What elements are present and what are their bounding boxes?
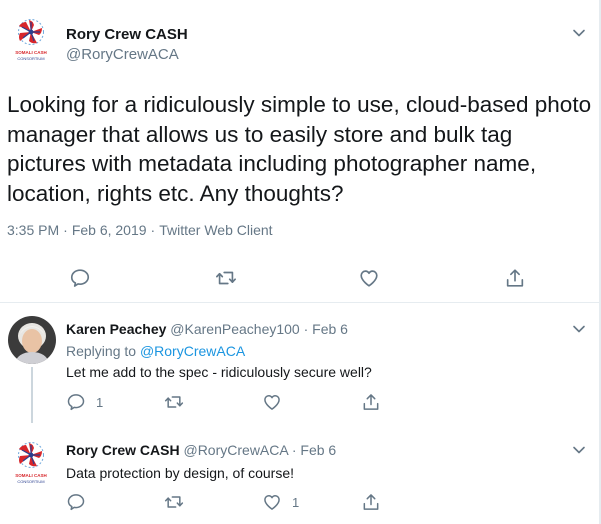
tweet-text: Let me add to the spec - ridiculously se… [66,364,372,380]
meta-separator: · [150,222,156,238]
reply-count: 1 [96,394,104,410]
replying-label: Replying to [66,343,137,359]
retweet-icon [163,392,185,412]
heart-icon [262,492,282,512]
user-handle[interactable]: @RoryCrewACA [66,46,179,63]
tweet-meta: 3:35 PM · Feb 6, 2019 · Twitter Web Client [7,222,273,238]
replying-to: Replying to @RoryCrewACA [66,343,245,359]
logo-text-line2: CONSORTIUM [17,56,44,61]
like-count: 1 [292,494,300,510]
share-button[interactable] [361,492,381,512]
tweet-date[interactable]: Feb 6 [312,321,348,337]
avatar[interactable]: SOMALI CASH CONSORTIUM [13,440,49,486]
retweet-button[interactable] [214,267,238,289]
retweet-icon [214,267,238,289]
like-button[interactable]: 1 [262,492,299,512]
logo-text-line2: CONSORTIUM [17,479,44,484]
reply-icon [66,492,86,512]
logo-text-line1: SOMALI CASH [15,50,47,55]
heart-icon [262,392,282,412]
display-name[interactable]: Rory Crew CASH [66,442,180,458]
display-name[interactable]: Rory Crew CASH [66,26,188,43]
tweet-time[interactable]: 3:35 PM [7,222,59,238]
tweet-source: Twitter Web Client [159,222,273,238]
display-name[interactable]: Karen Peachey [66,321,166,337]
reply-icon [69,267,91,289]
meta-separator: · [303,321,309,337]
reply-button[interactable]: 1 [66,392,103,412]
share-icon [361,392,381,412]
reply-header: Karen Peachey @KarenPeachey100 · Feb 6 [66,321,348,337]
share-button[interactable] [504,267,526,289]
user-handle[interactable]: @KarenPeachey100 [170,321,299,337]
reply-icon [66,392,86,412]
logo-mark-icon [19,20,44,45]
retweet-icon [163,492,185,512]
user-handle[interactable]: @RoryCrewACA [183,442,287,458]
logo-text-line1: SOMALI CASH [15,473,47,478]
reply-button[interactable] [69,267,91,289]
tweet-date[interactable]: Feb 6, 2019 [72,222,147,238]
logo-mark-icon [19,443,44,468]
share-icon [504,267,526,289]
retweet-button[interactable] [163,492,185,512]
tweet-date[interactable]: Feb 6 [300,442,336,458]
avatar[interactable]: SOMALI CASH CONSORTIUM [13,17,49,63]
tweet-text: Looking for a ridiculously simple to use… [7,92,592,206]
share-button[interactable] [361,392,381,412]
chevron-down-icon[interactable] [572,28,586,38]
main-tweet: SOMALI CASH CONSORTIUM Rory Crew CASH @R… [0,0,601,302]
replying-to-link[interactable]: @RoryCrewACA [140,343,245,359]
chevron-down-icon[interactable] [572,324,586,334]
reply-tweet: Karen Peachey @KarenPeachey100 · Feb 6 R… [0,302,601,430]
meta-separator: · [63,222,68,238]
tweet-text: Data protection by design, of course! [66,465,295,481]
chevron-down-icon[interactable] [572,445,586,455]
reply-tweet: SOMALI CASH CONSORTIUM Rory Crew CASH @R… [0,430,601,524]
retweet-button[interactable] [163,392,185,412]
share-icon [361,492,381,512]
reply-header: Rory Crew CASH @RoryCrewACA · Feb 6 [66,442,336,458]
reply-button[interactable] [66,492,86,512]
like-button[interactable] [358,267,380,289]
heart-icon [358,267,380,289]
like-button[interactable] [262,392,282,412]
meta-separator: · [291,442,297,458]
